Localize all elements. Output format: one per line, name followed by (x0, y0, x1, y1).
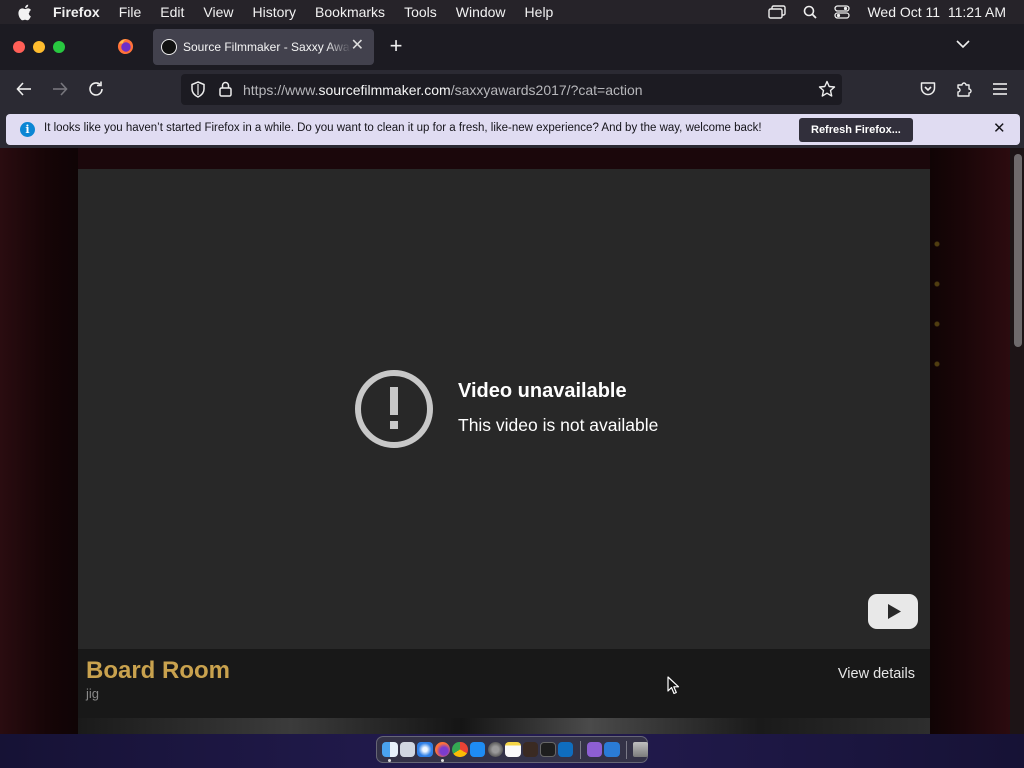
refresh-notification-bar: i It looks like you haven’t started Fire… (0, 110, 1024, 148)
video-player[interactable]: Video unavailable This video is not avai… (78, 169, 930, 649)
entry-caption: Board Room jig View details (78, 649, 930, 718)
menu-bookmarks[interactable]: Bookmarks (315, 4, 385, 20)
exclamation-circle-icon (355, 370, 433, 448)
window-close-button[interactable] (13, 41, 25, 53)
window-zoom-button[interactable] (53, 41, 65, 53)
safari-icon[interactable] (417, 741, 433, 758)
menubar-clock[interactable]: Wed Oct 11 11:21 AM (867, 4, 1006, 20)
video-error-title: Video unavailable (458, 380, 627, 402)
url-prefix: https://www. (243, 82, 319, 98)
close-notification-icon[interactable]: ✕ (993, 121, 1006, 136)
notification-message: It looks like you haven’t started Firefo… (44, 122, 762, 134)
visual-studio-icon[interactable] (586, 741, 603, 758)
thumbnail-strip (78, 718, 930, 734)
refresh-firefox-button[interactable]: Refresh Firefox... (799, 118, 913, 142)
video-error-subtitle: This video is not available (458, 415, 659, 435)
dock (376, 736, 649, 763)
forward-arrow-icon[interactable] (51, 80, 69, 98)
curtain-left (0, 148, 78, 734)
url-bar[interactable]: https://www.sourcefilmmaker.com/saxxyawa… (181, 74, 842, 105)
notes-icon[interactable] (505, 741, 521, 758)
finder-icon[interactable] (382, 741, 398, 763)
scrollbar-thumb[interactable] (1014, 154, 1022, 347)
hamburger-menu-icon[interactable] (991, 80, 1009, 98)
extensions-puzzle-icon[interactable] (955, 80, 973, 98)
terminal-icon[interactable] (540, 741, 556, 758)
curtain-right (930, 148, 1010, 734)
menu-bar: Firefox File Edit View History Bookmarks… (0, 0, 1024, 24)
chrome-icon[interactable] (452, 741, 468, 758)
menu-help[interactable]: Help (525, 4, 554, 20)
menu-app-name[interactable]: Firefox (53, 4, 100, 20)
sfm-favicon-icon (161, 39, 177, 55)
launchpad-icon[interactable] (399, 741, 416, 758)
apple-logo-icon[interactable] (17, 4, 35, 21)
bookmark-star-icon[interactable] (818, 80, 836, 98)
stage-lights (932, 224, 942, 374)
firefox-view-icon[interactable] (117, 38, 134, 55)
tab-title: Source Filmmaker - Saxxy Awards 2017 (183, 40, 351, 54)
menu-window[interactable]: Window (456, 4, 506, 20)
new-tab-button[interactable]: + (386, 34, 406, 58)
entry-author[interactable]: jig (86, 686, 99, 701)
vscode-icon[interactable] (557, 741, 574, 758)
dock-separator (579, 740, 581, 759)
firefox-icon[interactable] (434, 741, 451, 763)
back-arrow-icon[interactable] (15, 80, 33, 98)
remote-desktop-icon[interactable] (604, 741, 620, 758)
web-page: Video unavailable This video is not avai… (0, 148, 1024, 734)
brush-app-icon[interactable] (522, 741, 539, 758)
dock-separator (625, 740, 627, 759)
screen-mirroring-icon[interactable] (768, 5, 787, 19)
reload-icon[interactable] (87, 80, 105, 98)
notification-box: i It looks like you haven’t started Fire… (6, 114, 1020, 145)
menu-file[interactable]: File (119, 4, 142, 20)
mouse-pointer-icon (667, 676, 680, 695)
control-center-icon[interactable] (834, 5, 851, 19)
entry-title[interactable]: Board Room (86, 657, 230, 685)
trash-icon[interactable] (632, 741, 649, 758)
url-domain: sourcefilmmaker.com (318, 82, 451, 98)
tab-close-icon[interactable]: ✕ (351, 38, 364, 54)
pocket-icon[interactable] (919, 80, 937, 98)
menu-tools[interactable]: Tools (404, 4, 437, 20)
url-text[interactable]: https://www.sourcefilmmaker.com/saxxyawa… (243, 82, 643, 98)
spotlight-search-icon[interactable] (803, 5, 818, 19)
menu-view[interactable]: View (203, 4, 233, 20)
window-minimize-button[interactable] (33, 41, 45, 53)
scrollbar[interactable] (1010, 148, 1024, 734)
tab-strip: Source Filmmaker - Saxxy Awards 2017 ✕ + (0, 24, 1024, 70)
info-icon: i (20, 122, 35, 137)
tracking-protection-shield-icon[interactable] (190, 81, 206, 98)
nav-toolbar: https://www.sourcefilmmaker.com/saxxyawa… (0, 70, 1024, 110)
lock-icon[interactable] (219, 81, 232, 97)
menu-edit[interactable]: Edit (160, 4, 184, 20)
tab-active[interactable]: Source Filmmaker - Saxxy Awards 2017 ✕ (153, 29, 374, 65)
youtube-logo-icon[interactable] (868, 594, 918, 629)
view-details-link[interactable]: View details (838, 666, 915, 682)
menu-history[interactable]: History (252, 4, 296, 20)
system-settings-icon[interactable] (487, 741, 504, 758)
url-path: /saxxyawards2017/?cat=action (450, 82, 643, 98)
chevron-down-icon[interactable] (956, 39, 970, 49)
desktop-bottom (0, 734, 1024, 768)
app-store-icon[interactable] (469, 741, 486, 758)
